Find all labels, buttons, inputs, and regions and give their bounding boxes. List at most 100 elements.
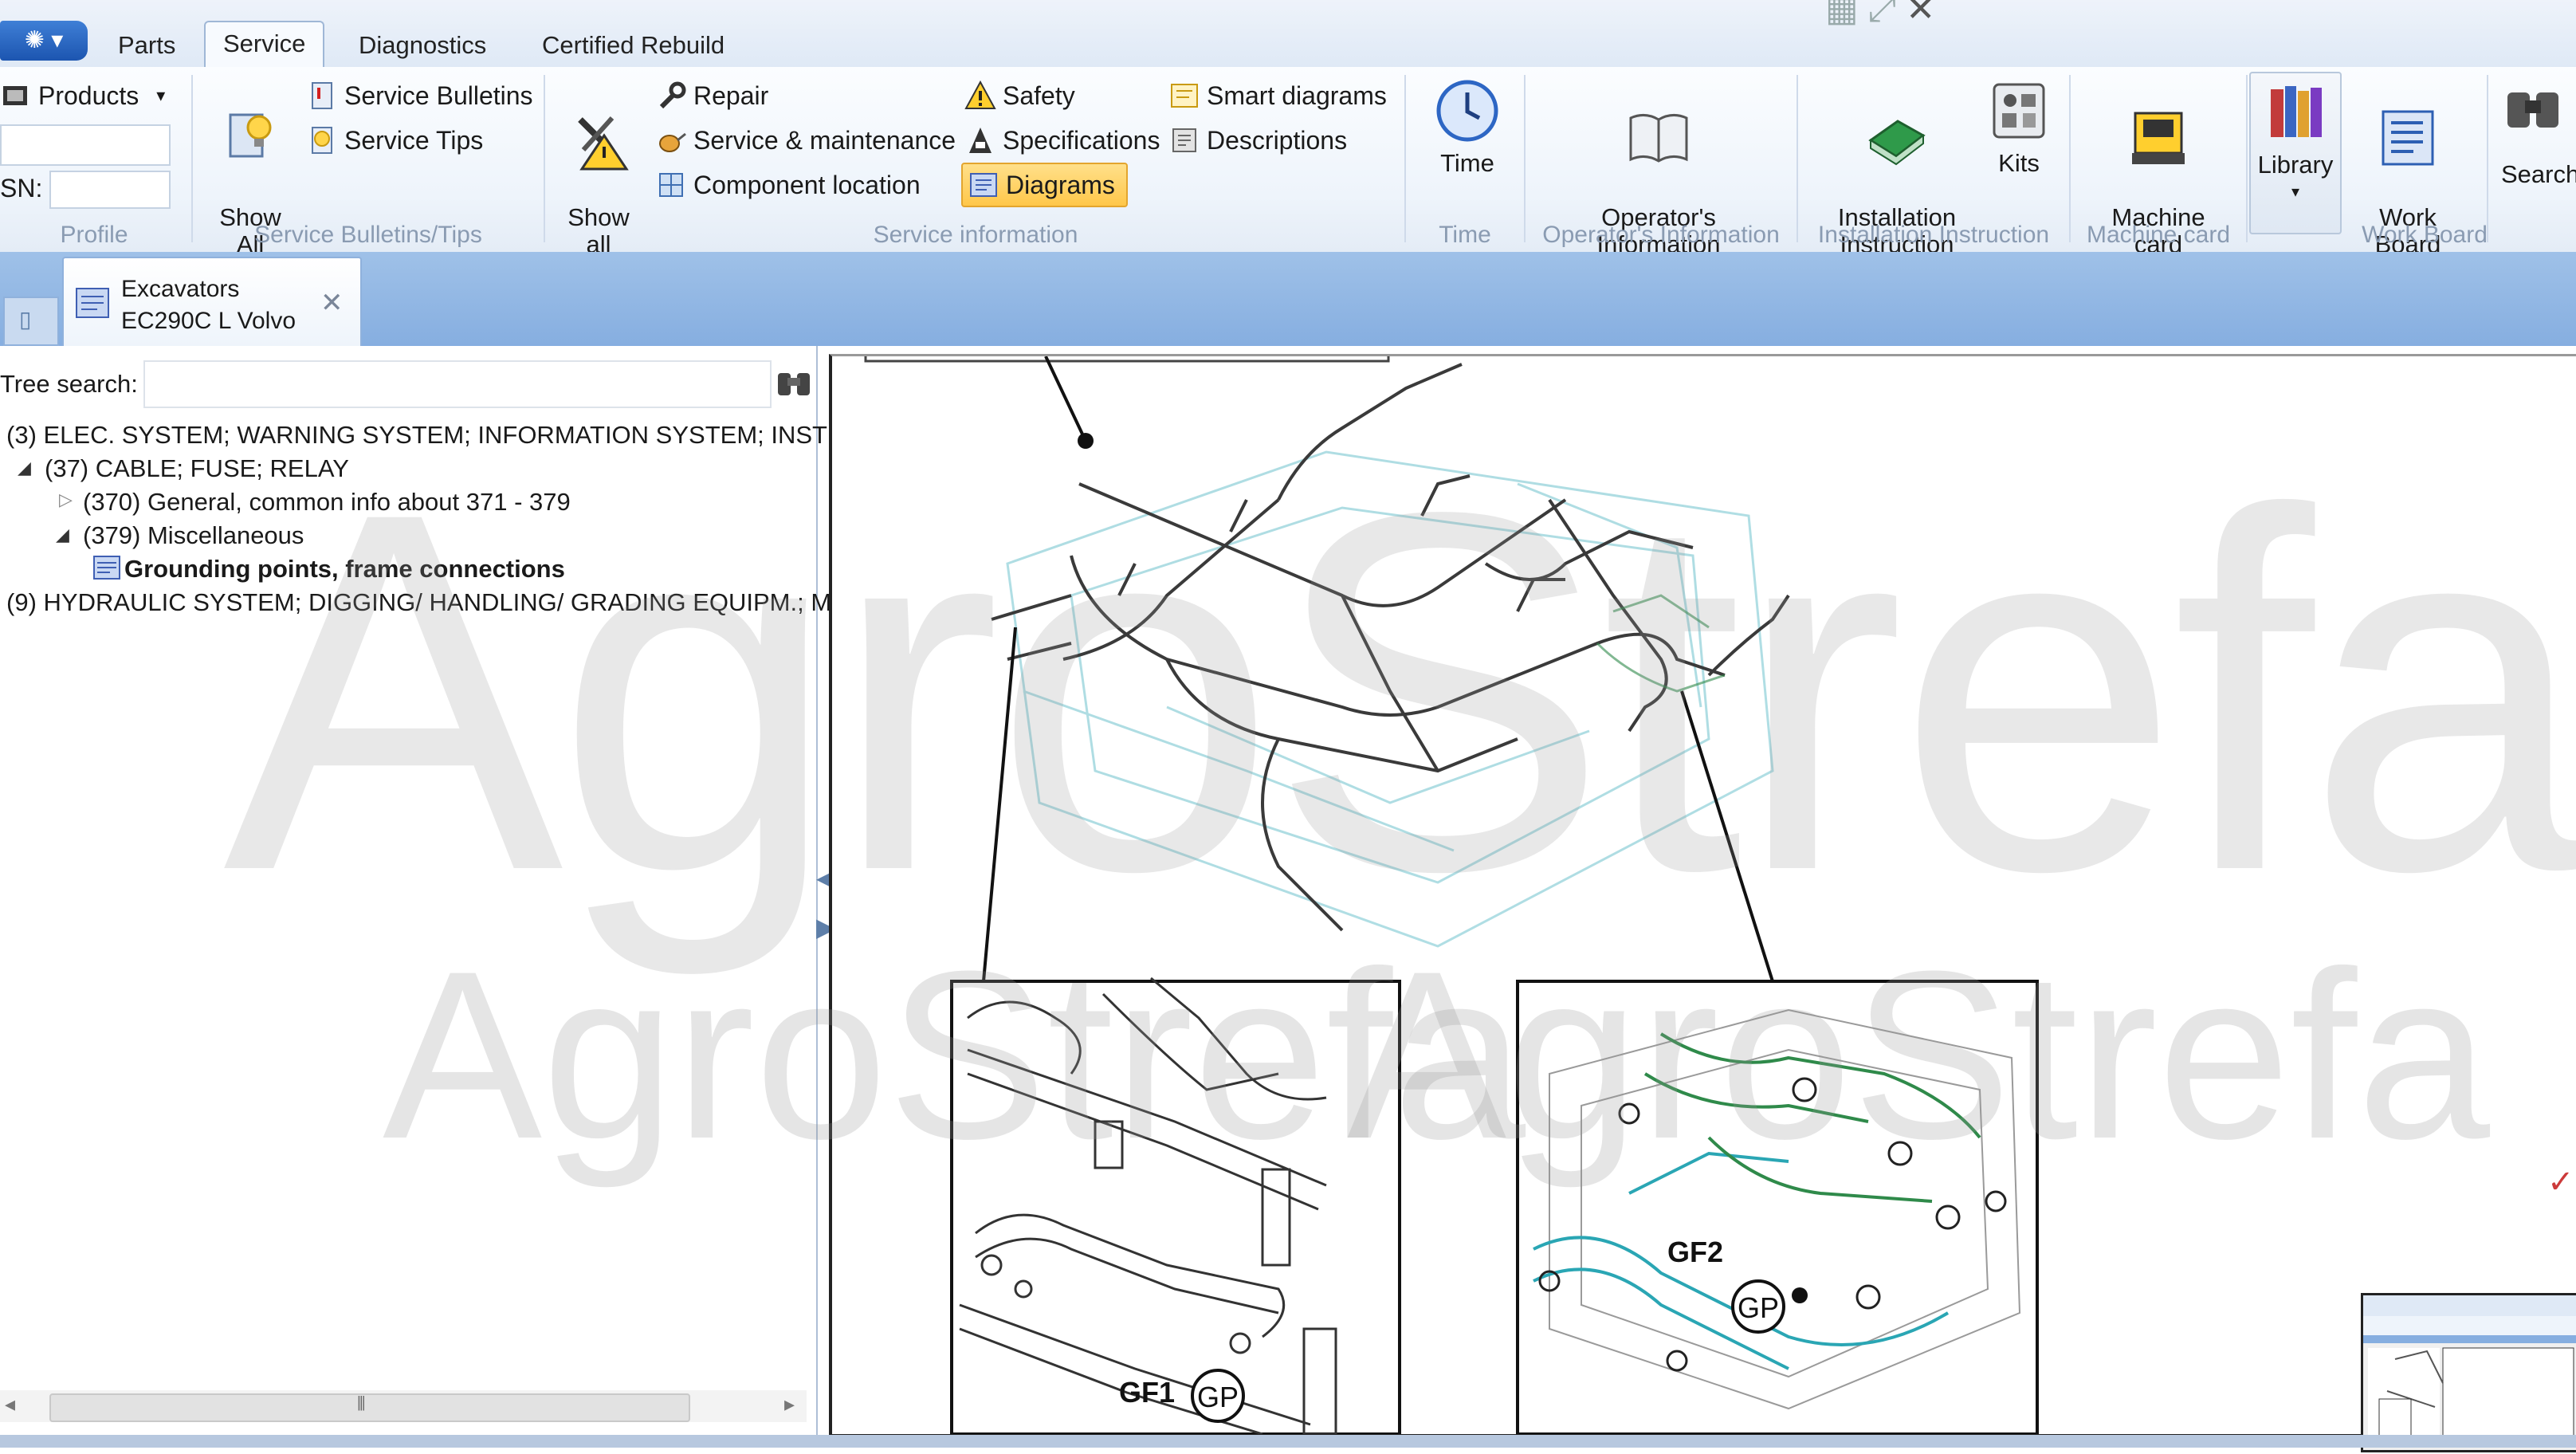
group-service-information: Show all Repair Service & maintenance Co… (548, 67, 1403, 258)
tab-certified-rebuild[interactable]: Certified Rebuild (524, 24, 742, 67)
group-service-bulletins: Show All Service Bulletins Service Tips … (196, 67, 540, 258)
wrench-icon (659, 81, 686, 109)
group-operators-information: Operator's Information Operator's Inform… (1527, 67, 1795, 258)
inset-gf1: GF1 GP (950, 977, 1401, 1434)
service-tips-label: Service Tips (344, 126, 484, 155)
ribbon: Products ▾ SN: Profile Show All Service … (0, 67, 2576, 258)
expanded-triangle-icon[interactable]: ◢ (18, 458, 31, 478)
open-book-icon (1629, 114, 1688, 163)
products-icon (3, 86, 27, 105)
tree-node-cable-fuse-relay[interactable]: (37) CABLE; FUSE; RELAY (45, 454, 349, 483)
safety-button[interactable]: Safety (964, 75, 1075, 116)
tree-search-input[interactable] (143, 360, 772, 408)
search-label: Search (2501, 160, 2576, 188)
diagrams-label: Diagrams (1006, 171, 1115, 199)
collapsed-triangle-icon[interactable]: ▷ (59, 489, 73, 510)
gf2-label: GF2 (1667, 1236, 1723, 1268)
bulletins-lightbulb-icon (229, 113, 272, 158)
window-thumbnail-preview[interactable] (2361, 1293, 2576, 1452)
diagram-viewer[interactable]: GF1 GP GF2 GP (829, 354, 2576, 1437)
group-label-service-info: Service information (873, 222, 1078, 248)
smart-diagrams-button[interactable]: Smart diagrams (1168, 75, 1387, 116)
close-tab-icon[interactable]: ✕ (320, 287, 344, 319)
scroll-right-icon[interactable]: ▸ (784, 1392, 795, 1417)
document-tab-model: EC290C L Volvo (121, 308, 296, 334)
tree-node-elec-system[interactable]: (3) ELEC. SYSTEM; WARNING SYSTEM; INFORM… (6, 421, 884, 450)
inset-gf2: GF2 GP (1516, 980, 2039, 1434)
group-label-bulletins: Service Bulletins/Tips (254, 222, 482, 248)
connection-point-dot (1078, 433, 1094, 449)
profile-input[interactable] (0, 124, 171, 166)
grip-icon: ⦀ (357, 1393, 366, 1415)
specifications-label: Specifications (1003, 126, 1160, 155)
descriptions-icon (1172, 128, 1196, 152)
safety-label: Safety (1003, 81, 1075, 110)
kits-label: Kits (1998, 149, 2040, 177)
sn-field[interactable] (49, 171, 171, 209)
binoculars-icon (2507, 92, 2558, 128)
tree-node-miscellaneous[interactable]: (379) Miscellaneous (83, 521, 304, 550)
group-divider (2487, 75, 2488, 242)
search-button[interactable]: Search (2501, 77, 2576, 188)
group-label-machine-card: Machine card (2086, 222, 2231, 248)
diagrams-icon (970, 173, 997, 197)
checkmark-icon: ✓ (2547, 1165, 2574, 1200)
gp-label-gf2: GP (1738, 1291, 1779, 1324)
status-bar (0, 1435, 2576, 1448)
kits-icon (1993, 83, 2045, 139)
tree-node-grounding-points[interactable]: Grounding points, frame connections (124, 555, 565, 584)
service-maintenance-button[interactable]: Service & maintenance (655, 120, 956, 161)
time-label: Time (1440, 149, 1494, 177)
diagrams-button[interactable]: Diagrams (961, 163, 1128, 207)
binoculars-icon[interactable] (775, 365, 813, 400)
group-label-operators: Operator's Information (1542, 222, 1780, 248)
thumbnail-image (2363, 1295, 2576, 1444)
work-board-icon (2382, 110, 2434, 166)
scroll-left-icon[interactable]: ◂ (5, 1392, 15, 1417)
library-button[interactable]: Library ▾ (2249, 72, 2342, 234)
tree-node-hydraulic-system[interactable]: (9) HYDRAULIC SYSTEM; DIGGING/ HANDLING/… (6, 588, 854, 617)
tree-node-general-info[interactable]: (370) General, common info about 371 - 3… (83, 488, 571, 517)
scrollbar-thumb[interactable]: ⦀ (49, 1393, 690, 1422)
time-button[interactable]: Time (1423, 77, 1511, 177)
chevron-down-icon: ▾ (156, 85, 166, 105)
tab-service[interactable]: Service (204, 21, 325, 67)
tab-overflow-button[interactable]: ▯ (3, 297, 59, 346)
gp-label-gf1: GP (1197, 1381, 1239, 1413)
kits-button[interactable]: Kits (1975, 77, 2063, 177)
close-icon[interactable]: ✕ (1906, 0, 1935, 29)
products-dropdown[interactable]: Products ▾ (0, 75, 165, 116)
group-divider (1524, 75, 1526, 242)
component-location-label: Component location (693, 171, 921, 199)
tab-diagnostics[interactable]: Diagnostics (341, 24, 504, 67)
expanded-triangle-icon[interactable]: ◢ (56, 525, 69, 545)
group-label-work-board: Work Board (2362, 222, 2488, 248)
descriptions-button[interactable]: Descriptions (1168, 120, 1347, 161)
tab-parts[interactable]: Parts (100, 24, 193, 67)
document-tab[interactable]: Excavators EC290C L Volvo ✕ (62, 257, 362, 348)
group-profile: Products ▾ SN: Profile (0, 67, 188, 252)
horizontal-scrollbar[interactable]: ◂ ⦀ ▸ (0, 1390, 807, 1422)
smart-diagrams-icon (1171, 84, 1198, 108)
service-bulletins-button[interactable]: Service Bulletins (306, 75, 533, 116)
group-label-profile: Profile (60, 222, 128, 248)
group-divider (2246, 75, 2248, 242)
sn-label: SN: (0, 174, 43, 202)
layout-icon[interactable]: ▦ (1825, 0, 1859, 29)
application-menu-button[interactable]: ✺ ▾ (0, 21, 88, 61)
repair-button[interactable]: Repair (655, 75, 768, 116)
component-location-icon (659, 173, 683, 197)
group-divider (544, 75, 545, 242)
group-machine-card: Machine card Machine card (2072, 67, 2244, 258)
app-logo-icon: ✺ ▾ (24, 27, 64, 53)
tree-panel: Tree search: (3) ELEC. SYSTEM; WARNING S… (0, 346, 884, 1438)
clock-icon (1436, 80, 1498, 142)
service-bulletins-icon (312, 82, 332, 109)
diagram-document-icon (76, 288, 109, 318)
restore-icon[interactable]: ⤢ (1868, 0, 1896, 29)
service-tips-button[interactable]: Service Tips (306, 120, 483, 161)
specifications-button[interactable]: Specifications (964, 120, 1160, 161)
oil-can-icon (659, 132, 686, 152)
component-location-button[interactable]: Component location (655, 164, 921, 206)
green-wires (1596, 594, 1726, 693)
